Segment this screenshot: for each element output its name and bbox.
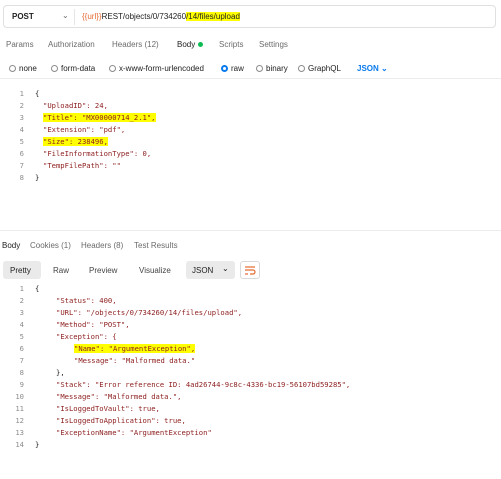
tab-headers[interactable]: Headers (12) xyxy=(112,40,159,49)
radio-selected-icon xyxy=(221,65,228,72)
code-line: "Method": "POST", xyxy=(56,320,130,329)
resp-tab-headers[interactable]: Headers (8) xyxy=(81,241,123,250)
code-line: "Message": "Malformed data.", xyxy=(56,392,182,401)
chevron-down-icon: ⌄ xyxy=(381,64,388,73)
radio-circle-icon xyxy=(9,65,16,72)
radio-raw[interactable]: raw xyxy=(221,64,244,73)
code-line: "URL": "/objects/0/734260/14/files/uploa… xyxy=(56,308,243,317)
line-number: 7 xyxy=(19,161,24,170)
code-line: "Stack": "Error reference ID: 4ad26744-9… xyxy=(56,380,351,389)
code-line: "IsLoggedToVault": true, xyxy=(56,404,160,413)
resp-tab-body[interactable]: Body xyxy=(2,241,20,250)
radio-circle-icon xyxy=(109,65,116,72)
code-line: { xyxy=(35,89,40,98)
tab-body[interactable]: Body xyxy=(177,40,204,49)
radio-form-data[interactable]: form-data xyxy=(51,64,95,73)
tab-params[interactable]: Params xyxy=(6,40,34,49)
code-line: "Message": "Malformed data." xyxy=(74,356,196,365)
line-number: 2 xyxy=(19,101,24,110)
wrap-icon xyxy=(245,266,256,275)
radio-circle-icon xyxy=(256,65,263,72)
line-number: 10 xyxy=(15,392,24,401)
code-line: "IsLoggedToApplication": true, xyxy=(56,416,186,425)
line-number: 7 xyxy=(19,356,24,365)
view-raw-button[interactable]: Raw xyxy=(53,266,69,275)
code-line: "FileInformationType": 0, xyxy=(43,149,152,158)
resp-format-label: JSON xyxy=(192,266,214,275)
resp-tab-cookies[interactable]: Cookies (1) xyxy=(30,241,71,250)
response-body: 1 { 2 "Status": 400, 3 "URL": "/objects/… xyxy=(0,284,501,449)
line-number: 11 xyxy=(15,404,24,413)
code-line: }, xyxy=(56,368,65,377)
line-number: 1 xyxy=(19,89,24,98)
code-line: } xyxy=(35,173,40,182)
chevron-down-icon[interactable]: ⌄ xyxy=(62,11,69,20)
method-select[interactable]: POST xyxy=(12,12,34,21)
code-line: "Status": 400, xyxy=(56,296,117,305)
line-number: 2 xyxy=(19,296,24,305)
line-number: 12 xyxy=(15,416,24,425)
code-line: } xyxy=(35,440,40,449)
radio-urlencoded[interactable]: x-www-form-urlencoded xyxy=(109,64,204,73)
line-number: 13 xyxy=(15,428,24,437)
body-format-select[interactable]: JSON ⌄ xyxy=(357,64,388,73)
divider xyxy=(74,9,75,25)
wrap-lines-button[interactable] xyxy=(240,261,260,279)
code-line: "Name": "ArgumentException", xyxy=(74,344,196,353)
code-line: "TempFilePath": "" xyxy=(43,161,121,170)
request-url-bar: POST ⌄ {{url}}REST/objects/0/734260/14/f… xyxy=(3,5,496,28)
line-number: 1 xyxy=(19,284,24,293)
radio-circle-icon xyxy=(298,65,305,72)
line-number: 6 xyxy=(19,344,24,353)
code-line: { xyxy=(35,284,40,293)
chevron-down-icon: ⌄ xyxy=(222,264,229,273)
line-number: 6 xyxy=(19,149,24,158)
code-line: "Exception": { xyxy=(56,332,117,341)
line-number: 3 xyxy=(19,308,24,317)
url-input[interactable]: {{url}}REST/objects/0/734260/14/files/up… xyxy=(82,12,240,21)
view-pretty-button[interactable]: Pretty xyxy=(10,266,31,275)
resp-tab-test-results[interactable]: Test Results xyxy=(134,241,178,250)
code-line: "ExceptionName": "ArgumentException" xyxy=(56,428,212,437)
code-line: "Extension": "pdf", xyxy=(43,125,126,134)
view-visualize-button[interactable]: Visualize xyxy=(139,266,171,275)
radio-graphql[interactable]: GraphQL xyxy=(298,64,341,73)
resp-format-select[interactable]: JSON ⌄ xyxy=(186,261,235,279)
code-line: "Title": "MX00000714_2.1", xyxy=(43,113,156,122)
radio-none[interactable]: none xyxy=(9,64,37,73)
code-line: "UploadID": 24, xyxy=(43,101,108,110)
line-number: 5 xyxy=(19,137,24,146)
line-number: 4 xyxy=(19,125,24,134)
line-number: 3 xyxy=(19,113,24,122)
line-number: 8 xyxy=(19,368,24,377)
line-number: 14 xyxy=(15,440,24,449)
active-dot-icon xyxy=(198,42,204,48)
line-number: 5 xyxy=(19,332,24,341)
radio-circle-icon xyxy=(51,65,58,72)
line-number: 4 xyxy=(19,320,24,329)
radio-binary[interactable]: binary xyxy=(256,64,288,73)
code-line: "Size": 238496, xyxy=(43,137,108,146)
line-number: 8 xyxy=(19,173,24,182)
tab-authorization[interactable]: Authorization xyxy=(48,40,95,49)
tab-settings[interactable]: Settings xyxy=(259,40,288,49)
request-body-editor[interactable]: 1 { 2 "UploadID": 24, 3 "Title": "MX0000… xyxy=(0,78,501,231)
line-number: 9 xyxy=(19,380,24,389)
tab-scripts[interactable]: Scripts xyxy=(219,40,243,49)
view-preview-button[interactable]: Preview xyxy=(89,266,117,275)
